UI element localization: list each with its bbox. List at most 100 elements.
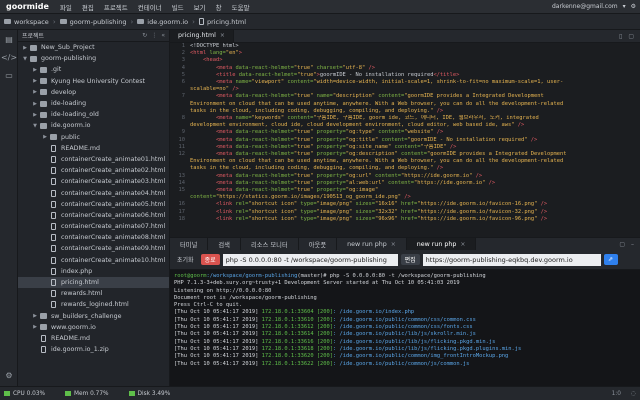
terminal-output[interactable]: root@goorm:/workspace/goorm-publishing(m… bbox=[170, 270, 640, 386]
run-command-input[interactable] bbox=[222, 253, 398, 266]
mem-bar-icon bbox=[65, 391, 72, 396]
terminal-token: : /ide.goorm.io/public/lib/js/flicking.p… bbox=[333, 338, 496, 345]
tree-file[interactable]: README.md bbox=[18, 143, 169, 154]
menu-edit[interactable]: 편집 bbox=[77, 2, 99, 12]
chevron-right-icon[interactable]: ▶ bbox=[32, 112, 38, 118]
notification-icon[interactable]: ◌ bbox=[631, 391, 636, 397]
more-icon[interactable]: ⋮ bbox=[151, 32, 157, 39]
terminal-tab[interactable]: 검색 bbox=[208, 238, 241, 250]
collapse-icon[interactable]: « bbox=[161, 32, 165, 39]
files-icon[interactable]: ▤ bbox=[0, 30, 18, 48]
tree-file[interactable]: README.md bbox=[18, 333, 169, 344]
tree-file[interactable]: containerCreate_animate06.html bbox=[18, 210, 169, 221]
chevron-right-icon[interactable]: ▶ bbox=[22, 45, 28, 51]
tree-file[interactable]: containerCreate_animate08.html bbox=[18, 232, 169, 243]
chevron-right-icon[interactable]: ▶ bbox=[32, 324, 38, 330]
menu-container[interactable]: 컨테이너 bbox=[133, 2, 167, 12]
menu-help[interactable]: 도움말 bbox=[227, 2, 255, 12]
tree-file[interactable]: rewards_logined.html bbox=[18, 299, 169, 310]
code-token: Environment on cloud that can be used an… bbox=[190, 100, 564, 107]
tree-folder[interactable]: ▶ ide-loading bbox=[18, 98, 169, 109]
chevron-right-icon[interactable]: ▶ bbox=[42, 134, 48, 140]
tree-folder[interactable]: ▶ ide-loading_old bbox=[18, 109, 169, 120]
code-area[interactable]: 1 <!DOCTYPE html> 2 <html lang="en"> 3 <head… bbox=[170, 43, 640, 237]
tree-file[interactable]: index.php bbox=[18, 266, 169, 277]
tree-file[interactable]: rewards.html bbox=[18, 288, 169, 299]
settings-icon[interactable]: ⚙ bbox=[631, 3, 636, 10]
close-icon[interactable]: × bbox=[391, 241, 396, 248]
code-token: property= bbox=[316, 187, 346, 194]
app-logo[interactable]: goormide bbox=[0, 2, 55, 11]
breadcrumb-folder[interactable]: ide.goorm.io bbox=[137, 18, 188, 26]
tree-file[interactable]: containerCreate_animate07.html bbox=[18, 221, 169, 232]
open-url-icon[interactable]: ⇗ bbox=[603, 254, 618, 265]
code-token: data-react-helmet= bbox=[235, 93, 294, 100]
code-token: "true" bbox=[293, 129, 317, 136]
chevron-right-icon[interactable]: ▶ bbox=[32, 67, 38, 73]
chevron-down-icon[interactable]: ▼ bbox=[22, 56, 28, 62]
minimize-icon[interactable]: – bbox=[631, 241, 634, 248]
terminal-tab-label: 리소스 모니터 bbox=[250, 241, 288, 249]
tree-folder[interactable]: ▼ goorm-publishing bbox=[18, 53, 169, 64]
line-number: 16 bbox=[178, 201, 186, 208]
tree-file[interactable]: containerCreate_animate10.html bbox=[18, 255, 169, 266]
tree-file[interactable]: containerCreate_animate02.html bbox=[18, 165, 169, 176]
code-line: 13 <meta data-react-helmet="true" proper… bbox=[170, 173, 640, 180]
stop-button[interactable]: 종료 bbox=[200, 254, 220, 265]
tree-file[interactable]: containerCreate_animate01.html bbox=[18, 154, 169, 165]
close-icon[interactable]: × bbox=[460, 241, 465, 248]
terminal-line: [Thu Oct 10 05:41:17 2019] 172.18.0.1:33… bbox=[174, 346, 636, 353]
tree-file[interactable]: containerCreate_animate09.html bbox=[18, 243, 169, 254]
chevron-right-icon[interactable]: ▶ bbox=[32, 313, 38, 319]
refresh-icon[interactable]: ↻ bbox=[142, 32, 147, 39]
tree-folder[interactable]: ▶ .git bbox=[18, 64, 169, 75]
edit-button[interactable]: 편집 bbox=[400, 254, 420, 265]
menu-view[interactable]: 보기 bbox=[189, 2, 211, 12]
split-icon[interactable]: ▯ bbox=[619, 33, 622, 40]
terminal-tab[interactable]: 리소스 모니터 bbox=[241, 238, 299, 250]
breadcrumb-project[interactable]: goorm-publishing bbox=[59, 18, 126, 26]
code-token: name= bbox=[235, 79, 252, 86]
code-token: /> bbox=[537, 201, 548, 208]
folder-icon bbox=[40, 324, 47, 331]
run-url-input[interactable] bbox=[422, 253, 601, 266]
menu-file[interactable]: 파일 bbox=[55, 2, 77, 12]
user-menu[interactable]: darkenne@gmail.com ▾ ⚙ bbox=[552, 3, 640, 10]
tree-file[interactable]: containerCreate_animate05.html bbox=[18, 199, 169, 210]
breadcrumb-file[interactable]: pricing.html bbox=[198, 18, 246, 26]
reset-button[interactable]: 초기화 bbox=[173, 254, 198, 265]
tree-file[interactable]: containerCreate_animate03.html bbox=[18, 176, 169, 187]
menu-build[interactable]: 빌드 bbox=[167, 2, 189, 12]
tree-folder[interactable]: ▶ sw_builders_challenge bbox=[18, 311, 169, 322]
tree-folder[interactable]: ▶ www.goorm.io bbox=[18, 322, 169, 333]
breadcrumb-workspace[interactable]: workspace bbox=[0, 18, 49, 26]
terminal-tab[interactable]: 터미널 bbox=[170, 238, 209, 250]
tree-file[interactable]: pricing.html bbox=[18, 276, 169, 289]
settings-icon[interactable]: ⚙ bbox=[0, 366, 18, 384]
tree-folder[interactable]: ▼ ide.goorm.io bbox=[18, 120, 169, 131]
terminal-tab[interactable]: 아웃풋 bbox=[299, 238, 338, 250]
tree-folder[interactable]: ▶ New_Sub_Project bbox=[18, 42, 169, 53]
chevron-right-icon[interactable]: ▶ bbox=[32, 101, 38, 107]
tree-file[interactable]: containerCreate_animate04.html bbox=[18, 187, 169, 198]
menu-project[interactable]: 프로젝트 bbox=[99, 2, 133, 12]
editor-tab[interactable]: pricing.html × bbox=[170, 30, 234, 42]
chat-icon[interactable]: ▭ bbox=[0, 66, 18, 84]
tree-folder[interactable]: ▶ public bbox=[18, 132, 169, 143]
chevron-right-icon[interactable]: ▶ bbox=[32, 89, 38, 95]
maximize-icon[interactable]: ▢ bbox=[619, 241, 625, 248]
tree-folder[interactable]: ▶ develop bbox=[18, 87, 169, 98]
menu-window[interactable]: 창 bbox=[211, 2, 227, 12]
tree-item-label: develop bbox=[51, 88, 77, 96]
chevron-down-icon[interactable]: ▼ bbox=[32, 123, 38, 129]
terminal-tab[interactable]: new run php × bbox=[337, 238, 407, 250]
terminal-tab[interactable]: new run php × bbox=[406, 238, 477, 250]
tree-folder[interactable]: ▶ Kyung Hee University Contest bbox=[18, 76, 169, 87]
breadcrumb-separator-icon: › bbox=[192, 17, 195, 26]
tree-file[interactable]: ide.goorm.io_1.zip bbox=[18, 344, 169, 355]
chevron-right-icon[interactable]: ▶ bbox=[32, 78, 38, 84]
close-icon[interactable]: × bbox=[220, 32, 225, 39]
maximize-icon[interactable]: ▢ bbox=[628, 33, 634, 40]
code-icon[interactable]: </> bbox=[0, 48, 18, 66]
folder-icon bbox=[40, 78, 47, 85]
